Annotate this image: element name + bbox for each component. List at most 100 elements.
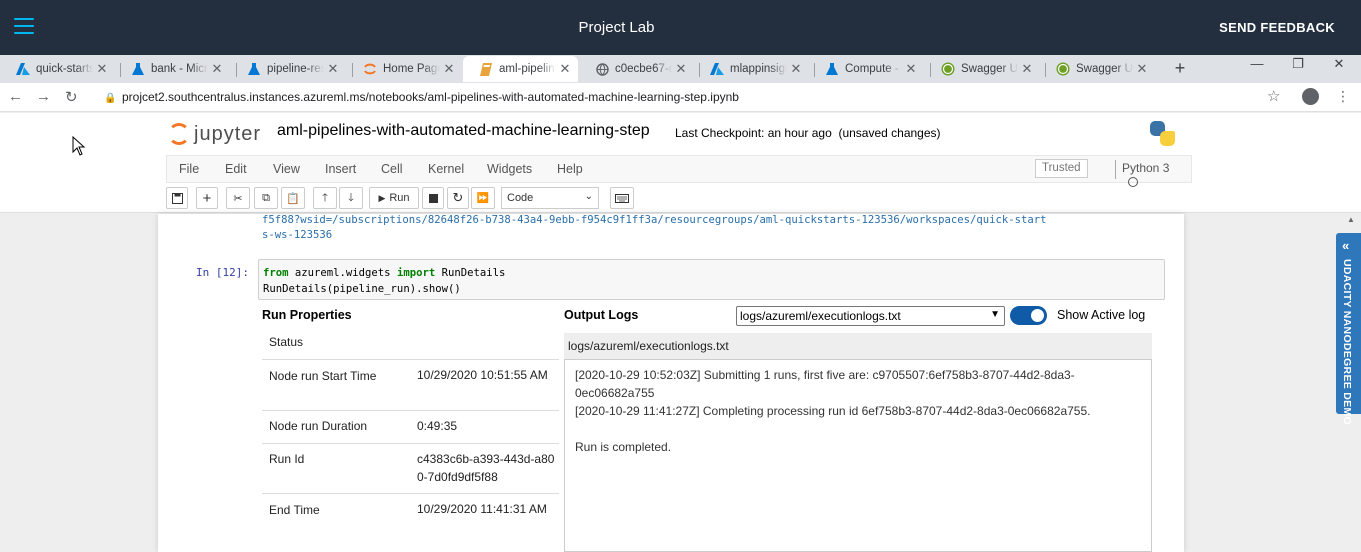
browser-tab[interactable]: c0ecbe67-d ✕ bbox=[579, 56, 694, 82]
browser-tab[interactable]: mlappinsigh ✕ bbox=[694, 56, 809, 82]
stop-icon[interactable] bbox=[422, 187, 444, 209]
tab-label: Swagger UI bbox=[961, 63, 1018, 75]
log-file-select[interactable]: logs/azureml/executionlogs.txt ▼ bbox=[736, 306, 1005, 326]
log-content[interactable]: [2020-10-29 10:52:03Z] Submitting 1 runs… bbox=[564, 359, 1152, 552]
close-icon[interactable]: ✕ bbox=[324, 61, 342, 77]
log-line: [2020-10-29 11:41:27Z] Completing proces… bbox=[575, 404, 1091, 418]
azure-icon bbox=[710, 62, 724, 76]
lock-icon: 🔒 bbox=[104, 93, 117, 104]
swagger-icon bbox=[941, 62, 955, 76]
log-panel: logs/azureml/executionlogs.txt [2020-10-… bbox=[564, 333, 1152, 552]
property-key: Node run Duration bbox=[269, 419, 368, 433]
tab-label: Home Page bbox=[383, 63, 440, 75]
url-field[interactable]: 🔒 projcet2.southcentralus.instances.azure… bbox=[104, 90, 739, 104]
menu-widgets[interactable]: Widgets bbox=[487, 162, 532, 176]
output-logs-heading: Output Logs bbox=[564, 308, 639, 322]
close-icon[interactable]: ✕ bbox=[208, 61, 226, 77]
mouse-cursor-icon bbox=[72, 136, 86, 156]
close-icon[interactable]: ✕ bbox=[556, 61, 574, 77]
run-button[interactable]: ▶ Run bbox=[369, 187, 419, 209]
tab-label: c0ecbe67-d bbox=[615, 63, 672, 75]
send-feedback-button[interactable]: SEND FEEDBACK bbox=[1219, 20, 1335, 35]
browser-tab[interactable]: Swagger UI ✕ bbox=[925, 56, 1040, 82]
browser-tab-active[interactable]: aml-pipelin ✕ bbox=[463, 56, 578, 82]
globe-icon bbox=[595, 62, 609, 76]
code-keyword: from bbox=[263, 267, 289, 279]
back-arrow-icon[interactable]: ← bbox=[8, 88, 23, 105]
kernel-idle-icon bbox=[1128, 177, 1138, 187]
menu-file[interactable]: File bbox=[179, 162, 199, 176]
restore-icon[interactable]: ❐ bbox=[1283, 56, 1313, 72]
account-avatar-icon[interactable] bbox=[1302, 88, 1319, 105]
python-logo-icon bbox=[1150, 121, 1175, 146]
tab-label: Compute - I bbox=[845, 63, 902, 75]
close-icon[interactable]: ✕ bbox=[440, 61, 458, 77]
reload-icon[interactable]: ↻ bbox=[65, 88, 78, 106]
lab-title: Project Lab bbox=[578, 19, 655, 36]
bookmark-star-icon[interactable]: ☆ bbox=[1267, 87, 1280, 105]
move-down-icon[interactable]: 🡓 bbox=[339, 187, 363, 209]
fast-forward-icon[interactable]: ⏩ bbox=[471, 187, 495, 209]
new-tab-button[interactable]: + bbox=[1170, 58, 1190, 78]
notebook-name[interactable]: aml-pipelines-with-automated-machine-lea… bbox=[277, 122, 650, 140]
close-icon[interactable]: ✕ bbox=[672, 61, 690, 77]
checkpoint-status: Last Checkpoint: an hour ago (unsaved ch… bbox=[675, 126, 941, 140]
chevron-down-icon: ⌄ bbox=[584, 191, 593, 202]
copy-icon[interactable]: ⧉ bbox=[254, 187, 278, 209]
menu-view[interactable]: View bbox=[273, 162, 300, 176]
code-cell[interactable]: from azureml.widgets import RunDetails R… bbox=[258, 259, 1165, 300]
output-link[interactable]: f5f88?wsid=/subscriptions/82648f26-b738-… bbox=[262, 213, 1162, 243]
add-cell-icon[interactable]: + bbox=[196, 187, 218, 209]
log-file-select-value: logs/azureml/executionlogs.txt bbox=[740, 309, 901, 323]
browser-tab[interactable]: quick-starts ✕ bbox=[0, 56, 115, 82]
property-key: End Time bbox=[269, 503, 320, 517]
cut-icon[interactable]: ✂ bbox=[226, 187, 250, 209]
run-label: Run bbox=[389, 192, 410, 204]
code-line: RunDetails(pipeline_run).show() bbox=[263, 283, 461, 295]
save-icon[interactable] bbox=[166, 187, 188, 209]
close-icon[interactable]: ✕ bbox=[787, 61, 805, 77]
keyboard-icon[interactable] bbox=[610, 187, 634, 209]
address-bar: ← → ↻ 🔒 projcet2.southcentralus.instances… bbox=[0, 83, 1361, 112]
close-icon[interactable]: ✕ bbox=[93, 61, 111, 77]
browser-tab[interactable]: pipeline-rest ✕ bbox=[231, 56, 346, 82]
forward-arrow-icon[interactable]: → bbox=[36, 88, 51, 105]
browser-tab[interactable]: Compute - I ✕ bbox=[809, 56, 924, 82]
move-up-icon[interactable]: 🡑 bbox=[313, 187, 337, 209]
cell-prompt: In [12]: bbox=[196, 266, 249, 279]
browser-tab[interactable]: bank - Micro ✕ bbox=[115, 56, 230, 82]
browser-tab[interactable]: Swagger UI ✕ bbox=[1040, 56, 1155, 82]
menu-edit[interactable]: Edit bbox=[225, 162, 247, 176]
close-icon[interactable]: ✕ bbox=[1133, 61, 1151, 77]
udacity-side-tab[interactable]: « UDACITY NANODEGREE DEMO bbox=[1336, 233, 1361, 425]
show-active-log-toggle[interactable] bbox=[1010, 306, 1047, 325]
azure-icon bbox=[16, 62, 30, 76]
kernel-name: Python 3 bbox=[1122, 161, 1170, 175]
cell-type-select[interactable]: Code ⌄ bbox=[501, 187, 599, 209]
trusted-indicator[interactable]: Trusted bbox=[1035, 159, 1088, 178]
jupyter-logo-icon bbox=[168, 123, 190, 145]
notebook-icon bbox=[479, 62, 493, 76]
table-row: Status bbox=[262, 327, 559, 360]
scroll-up-arrow-icon[interactable]: ▲ bbox=[1347, 215, 1355, 224]
close-icon[interactable]: ✕ bbox=[1018, 61, 1036, 77]
jupyter-logo[interactable]: jupyter bbox=[168, 121, 261, 147]
more-options-icon[interactable]: ⋮ bbox=[1336, 88, 1350, 105]
url-text: projcet2.southcentralus.instances.azurem… bbox=[122, 90, 739, 104]
paste-icon[interactable]: 📋 bbox=[281, 187, 305, 209]
play-icon: ▶ bbox=[378, 192, 386, 203]
menu-cell[interactable]: Cell bbox=[381, 162, 403, 176]
window-close-icon[interactable]: ✕ bbox=[1324, 56, 1354, 72]
close-icon[interactable]: ✕ bbox=[902, 61, 920, 77]
browser-tab[interactable]: Home Page ✕ bbox=[347, 56, 462, 82]
restart-icon[interactable]: ↻ bbox=[447, 187, 469, 209]
property-value: 10/29/2020 10:51:55 AM bbox=[417, 368, 548, 382]
code-keyword: import bbox=[396, 267, 436, 279]
tab-label: Swagger UI bbox=[1076, 63, 1133, 75]
menu-kernel[interactable]: Kernel bbox=[428, 162, 464, 176]
minimize-icon[interactable]: — bbox=[1242, 56, 1272, 71]
property-value: c4383c6b-a393-443d-a800-7d0fd9df5f88 bbox=[417, 452, 555, 484]
menu-insert[interactable]: Insert bbox=[325, 162, 356, 176]
code-line: from azureml.widgets import RunDetails bbox=[263, 265, 1160, 281]
menu-help[interactable]: Help bbox=[557, 162, 583, 176]
